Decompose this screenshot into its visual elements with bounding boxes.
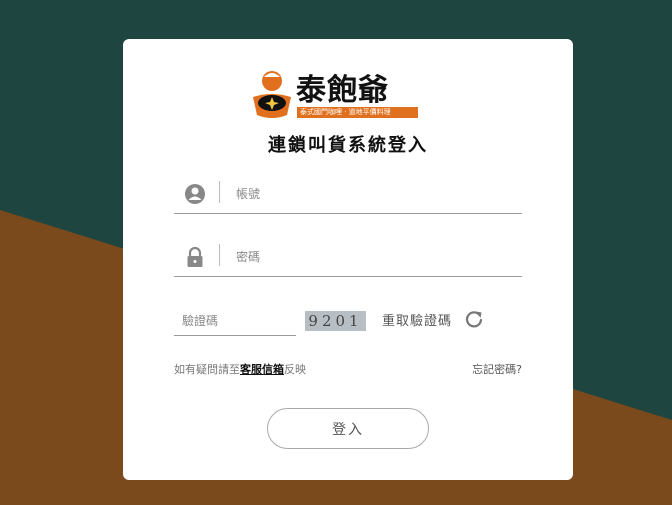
refresh-icon[interactable] — [464, 309, 484, 329]
mascot-icon — [253, 71, 291, 118]
account-field — [174, 177, 522, 214]
account-input[interactable] — [234, 181, 508, 207]
page-title: 連鎖叫貨系統登入 — [268, 135, 428, 156]
brand-logo: 泰飽爺 泰式國門咖哩 · 道地平價料理 — [251, 65, 421, 123]
field-divider — [219, 181, 220, 203]
reload-captcha-link[interactable]: 重取驗證碼 — [382, 310, 452, 329]
login-card: 泰飽爺 泰式國門咖哩 · 道地平價料理 連鎖叫貨系統登入 9201 重取驗證碼 … — [123, 39, 573, 480]
lock-icon — [187, 246, 203, 267]
password-field — [174, 240, 522, 277]
field-divider — [219, 244, 220, 266]
password-input[interactable] — [234, 244, 508, 270]
help-prefix: 如有疑問請至 — [174, 363, 240, 376]
brand-name: 泰飽爺 — [296, 73, 389, 108]
support-email-link[interactable]: 客服信箱 — [240, 363, 284, 376]
brand-tagline: 泰式國門咖哩 · 道地平價料理 — [297, 107, 418, 118]
captcha-input[interactable] — [180, 309, 294, 333]
captcha-field — [174, 307, 296, 336]
help-suffix: 反映 — [284, 363, 306, 376]
captcha-image: 9201 — [305, 311, 366, 331]
help-text: 如有疑問請至客服信箱反映 — [174, 361, 306, 377]
login-button[interactable]: 登入 — [267, 408, 429, 449]
user-icon — [185, 184, 205, 204]
forgot-password-link[interactable]: 忘記密碼? — [472, 361, 522, 377]
